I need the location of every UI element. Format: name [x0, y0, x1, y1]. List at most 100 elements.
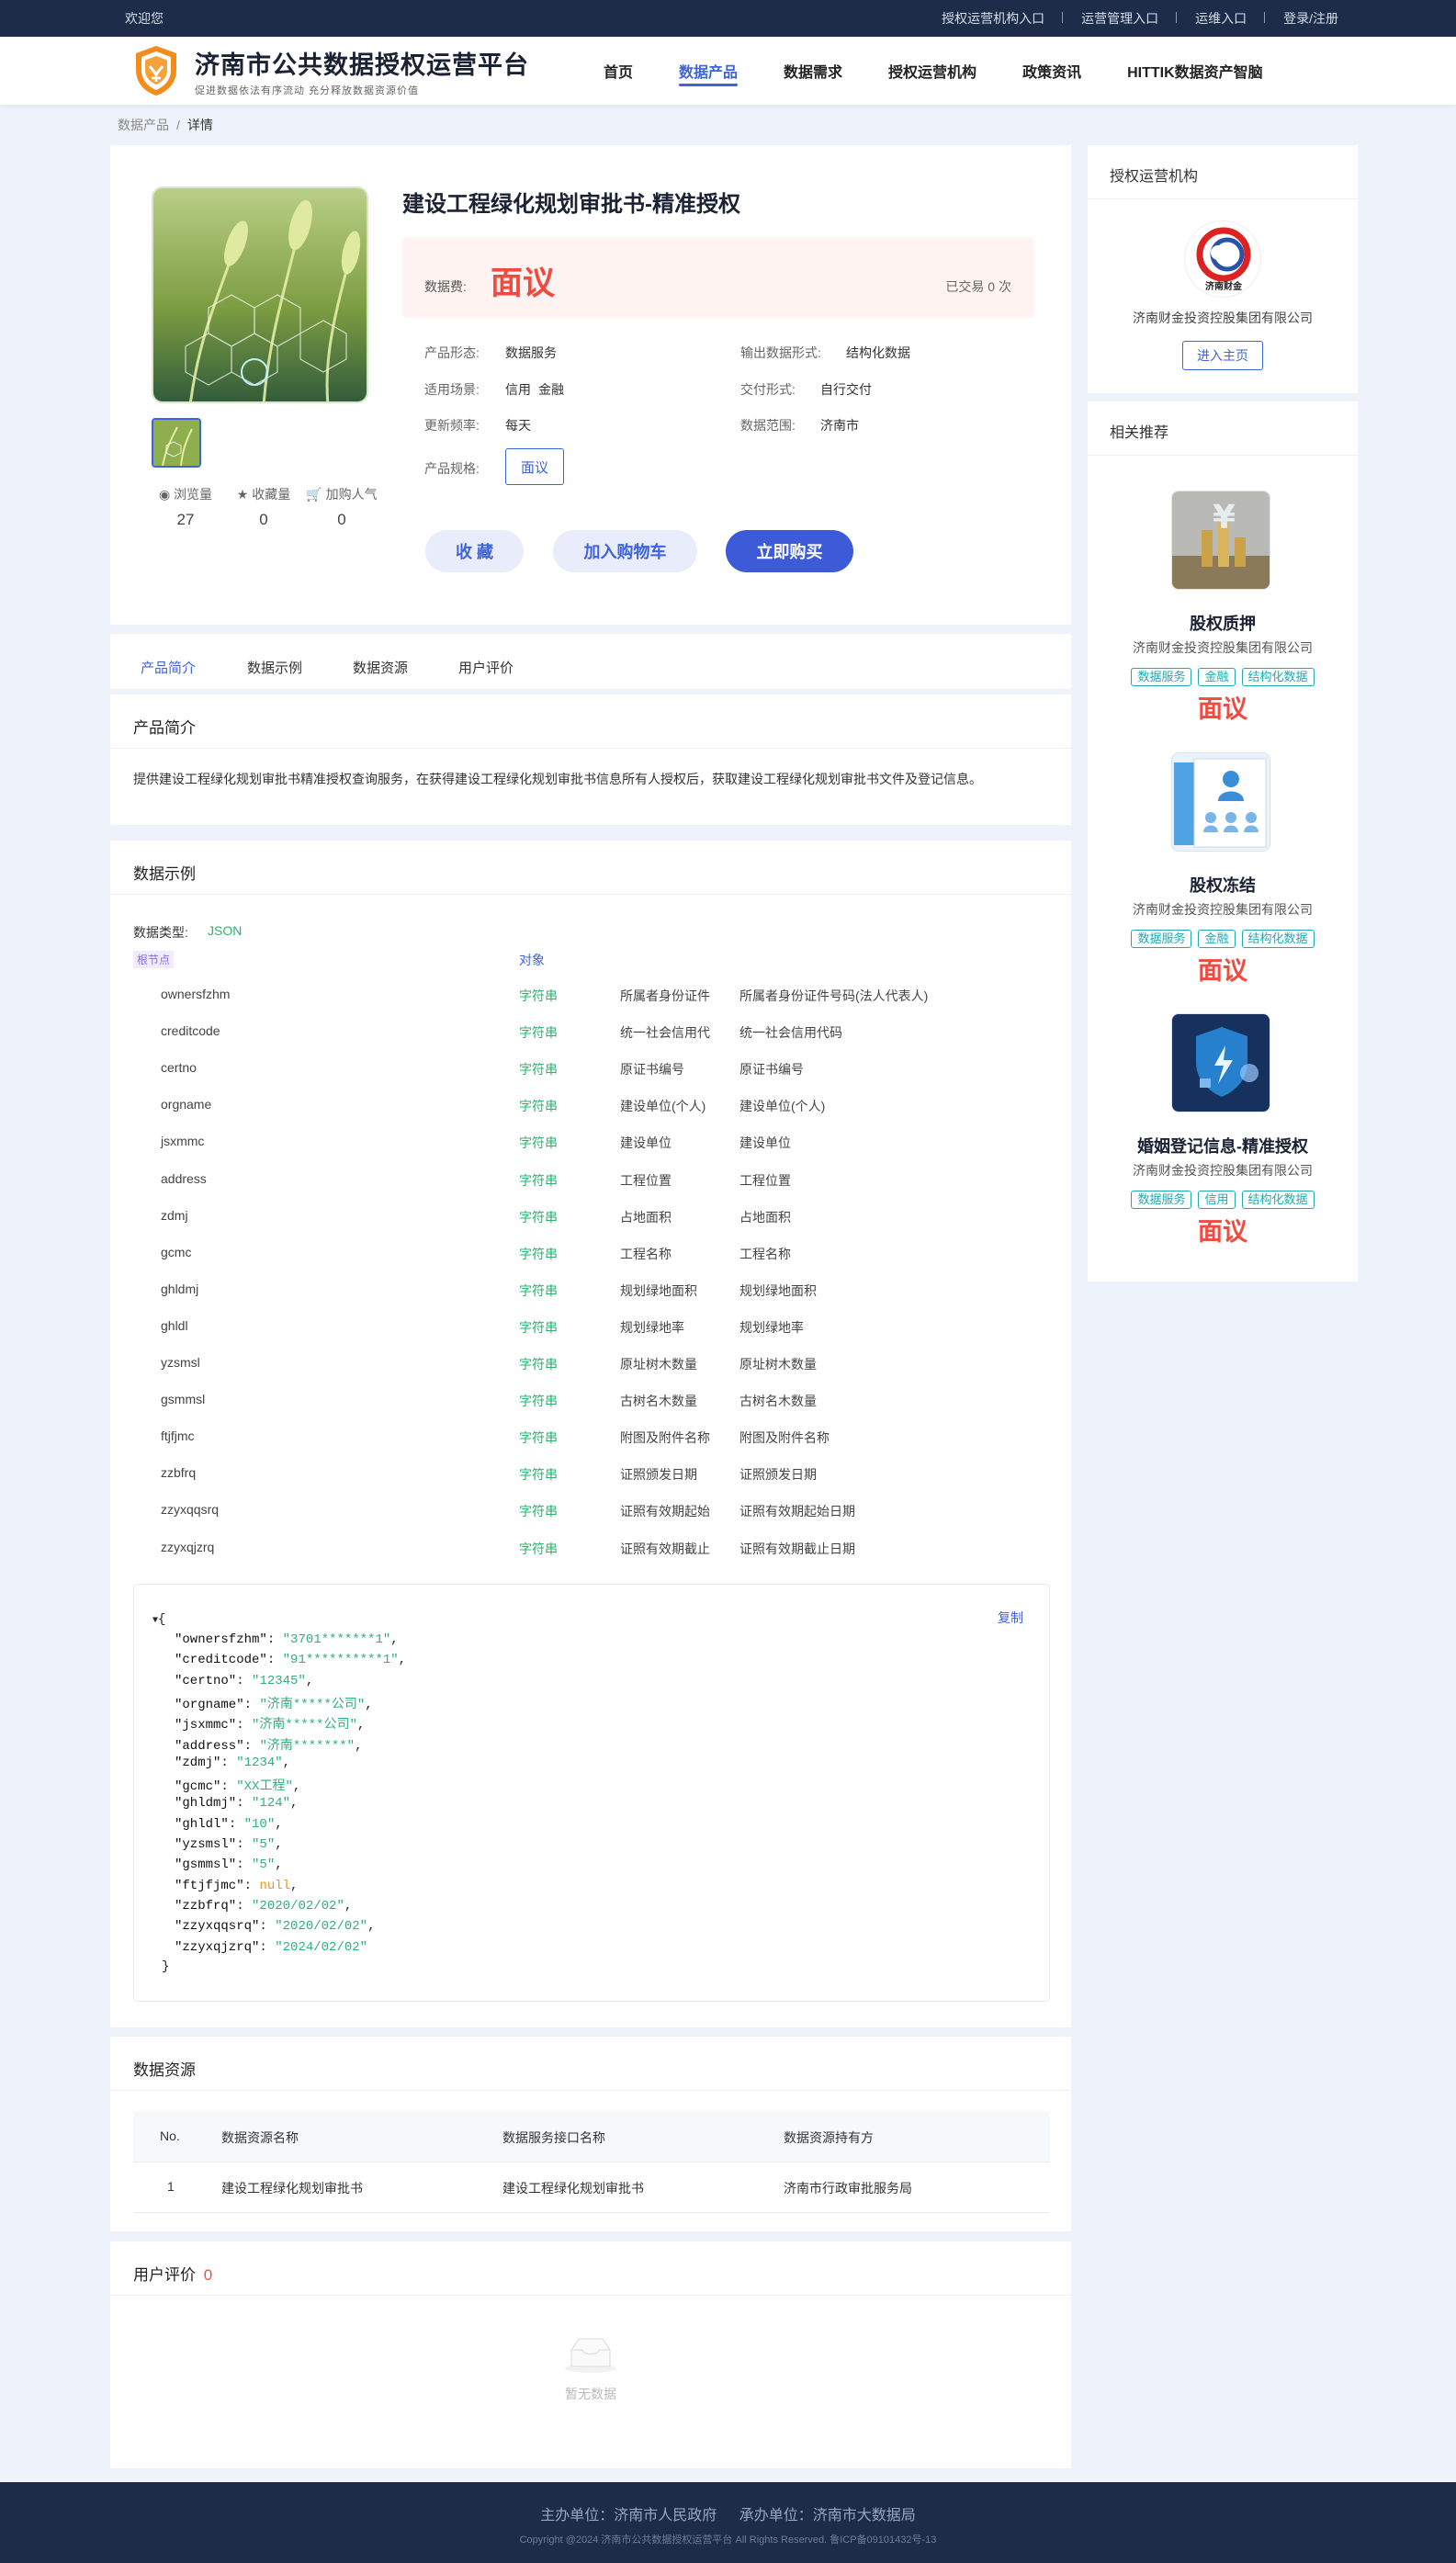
spec-option-button[interactable]: 面议: [505, 448, 564, 485]
schema-field-full-desc: 建设单位(个人): [739, 1099, 826, 1114]
product-thumbnail[interactable]: [152, 418, 201, 468]
buy-now-button[interactable]: 立即购买: [726, 530, 853, 572]
rec-2-org: 济南财金投资控股集团有限公司: [1133, 902, 1313, 917]
empty-text: 暂无数据: [565, 2387, 616, 2401]
rec-2-image[interactable]: [1171, 752, 1270, 852]
json-value: "2020/02/02": [252, 1898, 344, 1914]
schema-field-full-desc: 所属者身份证件号码(法人代表人): [739, 988, 929, 1003]
org-logo[interactable]: 济南财金: [1184, 220, 1261, 298]
json-line: "ftjfjmc": null,: [175, 1878, 299, 1893]
main-header: 济南市公共数据授权运营平台 促进数据依法有序流动 充分释放数据资源价值 首页 数…: [0, 37, 1456, 105]
schema-field-full-desc: 规划绿地面积: [739, 1282, 817, 1298]
price-label: 数据费:: [424, 279, 467, 294]
rec-1-image[interactable]: ¥: [1171, 491, 1270, 590]
breadcrumb-current: 详情: [186, 118, 213, 132]
svg-text:¥: ¥: [1213, 499, 1236, 536]
json-line: "certno": "12345",: [175, 1673, 314, 1688]
maintenance-entry-link[interactable]: 运维入口: [1177, 9, 1266, 28]
login-register-link[interactable]: 登录/注册: [1265, 9, 1338, 28]
nav-data-asset-brain[interactable]: HITTIK数据资产智脑: [1104, 37, 1286, 105]
enter-homepage-button[interactable]: 进入主页: [1182, 341, 1263, 370]
schema-field-name: yzsmsl: [161, 1355, 200, 1370]
col-interface-name: 数据服务接口名称: [502, 2130, 605, 2145]
schema-field-full-desc: 证照有效期起始日期: [739, 1504, 855, 1519]
breadcrumb-separator: /: [176, 118, 180, 132]
copy-json-button[interactable]: 复制: [998, 1609, 1023, 1627]
nav-data-demands[interactable]: 数据需求: [761, 37, 865, 105]
rec-1-tag: 金融: [1198, 668, 1236, 686]
recommendation-title: 相关推荐: [1110, 425, 1169, 441]
schema-field-short-desc: 工程名称: [620, 1246, 672, 1261]
root-node-type: 对象: [519, 953, 545, 967]
reviews-section: 用户评价 0 暂无数据: [110, 2241, 1071, 2468]
eye-icon: ◉: [158, 487, 171, 502]
json-key: "gsmmsl": [175, 1857, 237, 1873]
yen-coins-image-icon: ¥: [1172, 491, 1270, 589]
org-card-title: 授权运营机构: [1110, 169, 1199, 185]
schema-field-full-desc: 古树名木数量: [739, 1394, 817, 1409]
schema-field-type: 字符串: [519, 1209, 558, 1225]
tab-intro[interactable]: 产品简介: [141, 658, 196, 677]
schema-field-short-desc: 所属者身份证件: [620, 988, 710, 1003]
product-card: ◉ 浏览量 27 ★ 收藏量 0 🛒 加购人气 0 建设工程绿化规划审批书-精准…: [110, 145, 1071, 625]
schema-field-type: 字符串: [519, 1246, 558, 1261]
nav-data-products[interactable]: 数据产品: [656, 37, 761, 105]
attr-scene-label: 适用场景:: [424, 382, 480, 397]
attr-freq-value: 每天: [505, 418, 531, 433]
json-line: "address": "济南*******",: [175, 1738, 363, 1754]
json-line: "zzbfrq": "2020/02/02",: [175, 1898, 353, 1914]
price-box: 数据费: 面议 已交易 0 次: [402, 237, 1033, 318]
schema-field-name: address: [161, 1170, 207, 1186]
attr-scene-value-credit: 信用: [505, 382, 531, 397]
schema-field-full-desc: 附图及附件名称: [739, 1430, 830, 1446]
rec-3-title[interactable]: 婚姻登记信息-精准授权: [1088, 1134, 1358, 1157]
schema-field-short-desc: 原址树木数量: [620, 1357, 697, 1372]
schema-field-short-desc: 建设单位: [620, 1135, 672, 1151]
reviews-title: 用户评价 0: [133, 2262, 212, 2285]
rec-2-price: 面议: [1198, 957, 1247, 985]
tab-sample[interactable]: 数据示例: [247, 658, 302, 677]
nav-home[interactable]: 首页: [581, 37, 656, 105]
json-line: "ownersfzhm": "3701*******1",: [175, 1632, 399, 1647]
json-line: "zzyxqjzrq": "2024/02/02": [175, 1939, 368, 1955]
platform-logo-icon[interactable]: [132, 44, 180, 97]
schema-field-name: orgname: [161, 1097, 212, 1112]
json-key: "ownersfzhm": [175, 1632, 267, 1647]
ops-management-entry-link[interactable]: 运营管理入口: [1063, 9, 1178, 28]
stat-cart-label: 加购人气: [325, 487, 378, 502]
footer-sponsors: 主办单位：济南市人民政府 承办单位：济南市大数据局: [0, 2502, 1456, 2524]
footer: 主办单位：济南市人民政府 承办单位：济南市大数据局 Copyright @202…: [0, 2482, 1456, 2563]
rec-3-image[interactable]: [1171, 1013, 1270, 1112]
favorite-button[interactable]: 收 藏: [425, 530, 524, 572]
json-key: "zdmj": [175, 1755, 221, 1770]
tab-reviews[interactable]: 用户评价: [458, 658, 514, 677]
rec-1-tag: 结构化数据: [1241, 668, 1315, 686]
footer-copyright: Copyright @2024 济南市公共数据授权运营平台 All Rights…: [519, 2535, 937, 2546]
schema-field-name: zzyxqjzrq: [161, 1539, 215, 1554]
json-value: null: [259, 1878, 291, 1893]
attr-delivery-label: 交付形式:: [740, 382, 796, 397]
schema-field-name: ghldl: [161, 1317, 188, 1333]
trade-count: 已交易 0 次: [945, 279, 1011, 294]
tab-resources[interactable]: 数据资源: [353, 658, 408, 677]
nav-auth-orgs[interactable]: 授权运营机构: [865, 37, 999, 105]
nav-policy-news[interactable]: 政策资讯: [999, 37, 1104, 105]
product-image[interactable]: [152, 186, 368, 403]
add-to-cart-button[interactable]: 加入购物车: [553, 530, 697, 572]
rec-2-title[interactable]: 股权冻结: [1088, 873, 1358, 897]
rec-1-title[interactable]: 股权质押: [1088, 611, 1358, 635]
top-bar: 欢迎您 授权运营机构入口 运营管理入口 运维入口 登录/注册: [0, 0, 1456, 37]
footer-organizer: 承办单位：济南市大数据局: [739, 2508, 916, 2523]
schema-field-short-desc: 建设单位(个人): [620, 1099, 706, 1114]
attr-output-label: 输出数据形式:: [740, 345, 821, 360]
rec-2-tags: 数据服务 金融 结构化数据: [1088, 930, 1358, 948]
table-bottom-line: [133, 2212, 1050, 2213]
json-key: "creditcode": [175, 1653, 267, 1668]
schema-field-full-desc: 统一社会信用代码: [739, 1025, 842, 1041]
schema-field-full-desc: 占地面积: [739, 1209, 791, 1225]
footer-host: 主办单位：济南市人民政府: [540, 2508, 717, 2523]
auth-org-entry-link[interactable]: 授权运营机构入口: [923, 9, 1064, 28]
breadcrumb-parent[interactable]: 数据产品: [118, 118, 169, 132]
platform-title[interactable]: 济南市公共数据授权运营平台: [195, 45, 529, 81]
rec-1-org: 济南财金投资控股集团有限公司: [1133, 640, 1313, 655]
